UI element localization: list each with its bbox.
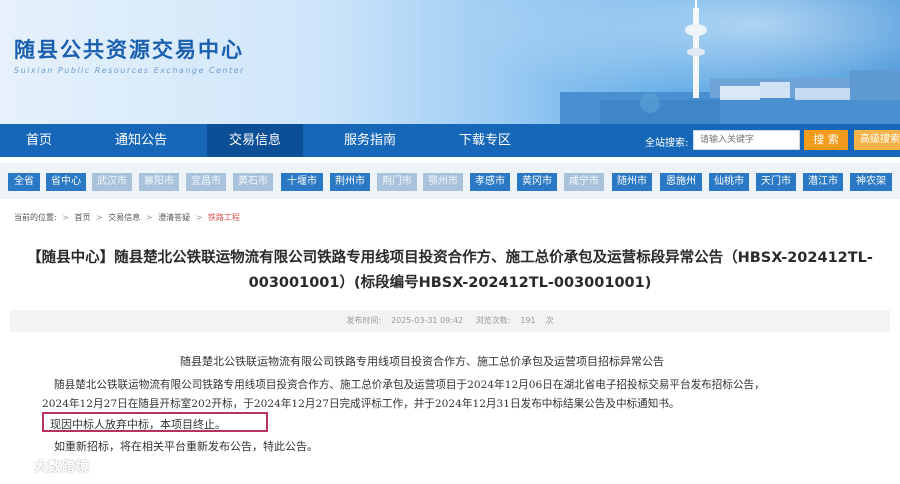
watermark-text: 大数跨境	[34, 460, 91, 475]
breadcrumb-prefix: 当前的位置:	[14, 213, 57, 222]
region-tabs: 全省 省中心 武汉市 襄阳市 宜昌市 黄石市 十堰市 荆州市 荆门市 鄂州市 孝…	[0, 163, 900, 199]
region-tab-huanggang[interactable]: 黄冈市	[517, 173, 557, 191]
breadcrumb-clarification[interactable]: 澄清答疑	[158, 213, 190, 222]
breadcrumb-separator: >	[96, 213, 103, 222]
article-paragraph-line: 随县楚北公铁联运物流有限公司铁路专用线项目投资合作方、施工总价承包及运营项目于2…	[54, 379, 765, 391]
views-unit: 次	[545, 316, 554, 325]
region-tab-xianning[interactable]: 咸宁市	[564, 173, 604, 191]
breadcrumb-home[interactable]: 首页	[75, 213, 91, 222]
breadcrumb-separator: >	[62, 213, 69, 222]
region-tab-jingmen[interactable]: 荆门市	[377, 173, 417, 191]
article-paragraph-line: 2024年12月27日在随县开标室202开标，于2024年12月27日完成评标工…	[42, 398, 680, 410]
watermark-logo-icon	[8, 462, 30, 473]
search-input[interactable]	[693, 130, 800, 150]
region-tab-ezhou[interactable]: 鄂州市	[423, 173, 463, 191]
breadcrumb-separator: >	[195, 213, 203, 222]
breadcrumb-trade-info[interactable]: 交易信息	[108, 213, 140, 222]
nav-service-guide[interactable]: 服务指南	[322, 124, 418, 157]
region-tab-shiyan[interactable]: 十堰市	[281, 173, 323, 191]
article-meta: 发布时间: 2025-03-31 09:42 浏览次数: 191 次	[10, 310, 890, 332]
article-heading-line: 随县楚北公铁联运物流有限公司铁路专用线项目投资合作方、施工总价承包及运营项目招标…	[180, 355, 664, 368]
published-date: 2025-03-31 09:42	[391, 316, 464, 325]
region-tab-province[interactable]: 全省	[8, 173, 40, 191]
region-tab-shennongjia[interactable]: 神农架	[850, 173, 892, 191]
nav-home[interactable]: 首页	[0, 124, 78, 157]
region-tab-suizhou[interactable]: 随州市	[612, 173, 652, 191]
search-label: 全站搜索:	[645, 138, 689, 149]
city-tower-scenery	[560, 0, 900, 124]
view-count: 191	[520, 316, 536, 325]
nav-downloads[interactable]: 下载专区	[437, 124, 533, 157]
region-tab-xiantao[interactable]: 仙桃市	[709, 173, 749, 191]
breadcrumb-current[interactable]: 铁路工程	[208, 213, 240, 222]
region-tab-huangshi[interactable]: 黄石市	[233, 173, 273, 191]
breadcrumb: 当前的位置: > 首页 > 交易信息 > 澄清答疑 > 铁路工程	[14, 212, 240, 223]
region-tab-yichang[interactable]: 宜昌市	[186, 173, 226, 191]
region-tab-wuhan[interactable]: 武汉市	[92, 173, 132, 191]
article-title: 【随县中心】随县楚北公铁联运物流有限公司铁路专用线项目投资合作方、施工总价承包及…	[27, 250, 873, 291]
site-title: 随县公共资源交易中心	[14, 38, 244, 62]
region-tab-tianmen[interactable]: 天门市	[756, 173, 796, 191]
advanced-search-button[interactable]: 高级搜索	[854, 130, 900, 150]
breadcrumb-separator: >	[145, 213, 153, 222]
views-label: 浏览次数:	[475, 316, 511, 325]
region-tab-provincial-center[interactable]: 省中心	[46, 173, 86, 191]
region-tab-xiangyang[interactable]: 襄阳市	[139, 173, 179, 191]
main-nav: 首页 通知公告 交易信息 服务指南 下载专区 全站搜索: 搜 索 高级搜索	[0, 124, 900, 157]
search-button[interactable]: 搜 索	[804, 130, 848, 150]
site-subtitle: Suixian Public Resources Exchange Center	[14, 66, 245, 75]
highlight-box	[42, 412, 268, 432]
published-label: 发布时间:	[346, 316, 382, 325]
nav-notices[interactable]: 通知公告	[96, 124, 186, 157]
region-tab-jingzhou[interactable]: 荆州市	[330, 173, 370, 191]
region-tab-enshi[interactable]: 恩施州	[660, 173, 702, 191]
article-closing-line: 如重新招标，将在相关平台重新发布公告，特此公告。	[54, 440, 318, 453]
nav-trade-info[interactable]: 交易信息	[207, 124, 303, 157]
watermark: 大数跨境	[8, 456, 90, 476]
header-banner: 随县公共资源交易中心 Suixian Public Resources Exch…	[0, 0, 900, 124]
region-tab-xiaogan[interactable]: 孝感市	[470, 173, 510, 191]
region-tab-qianjiang[interactable]: 潜江市	[803, 173, 843, 191]
